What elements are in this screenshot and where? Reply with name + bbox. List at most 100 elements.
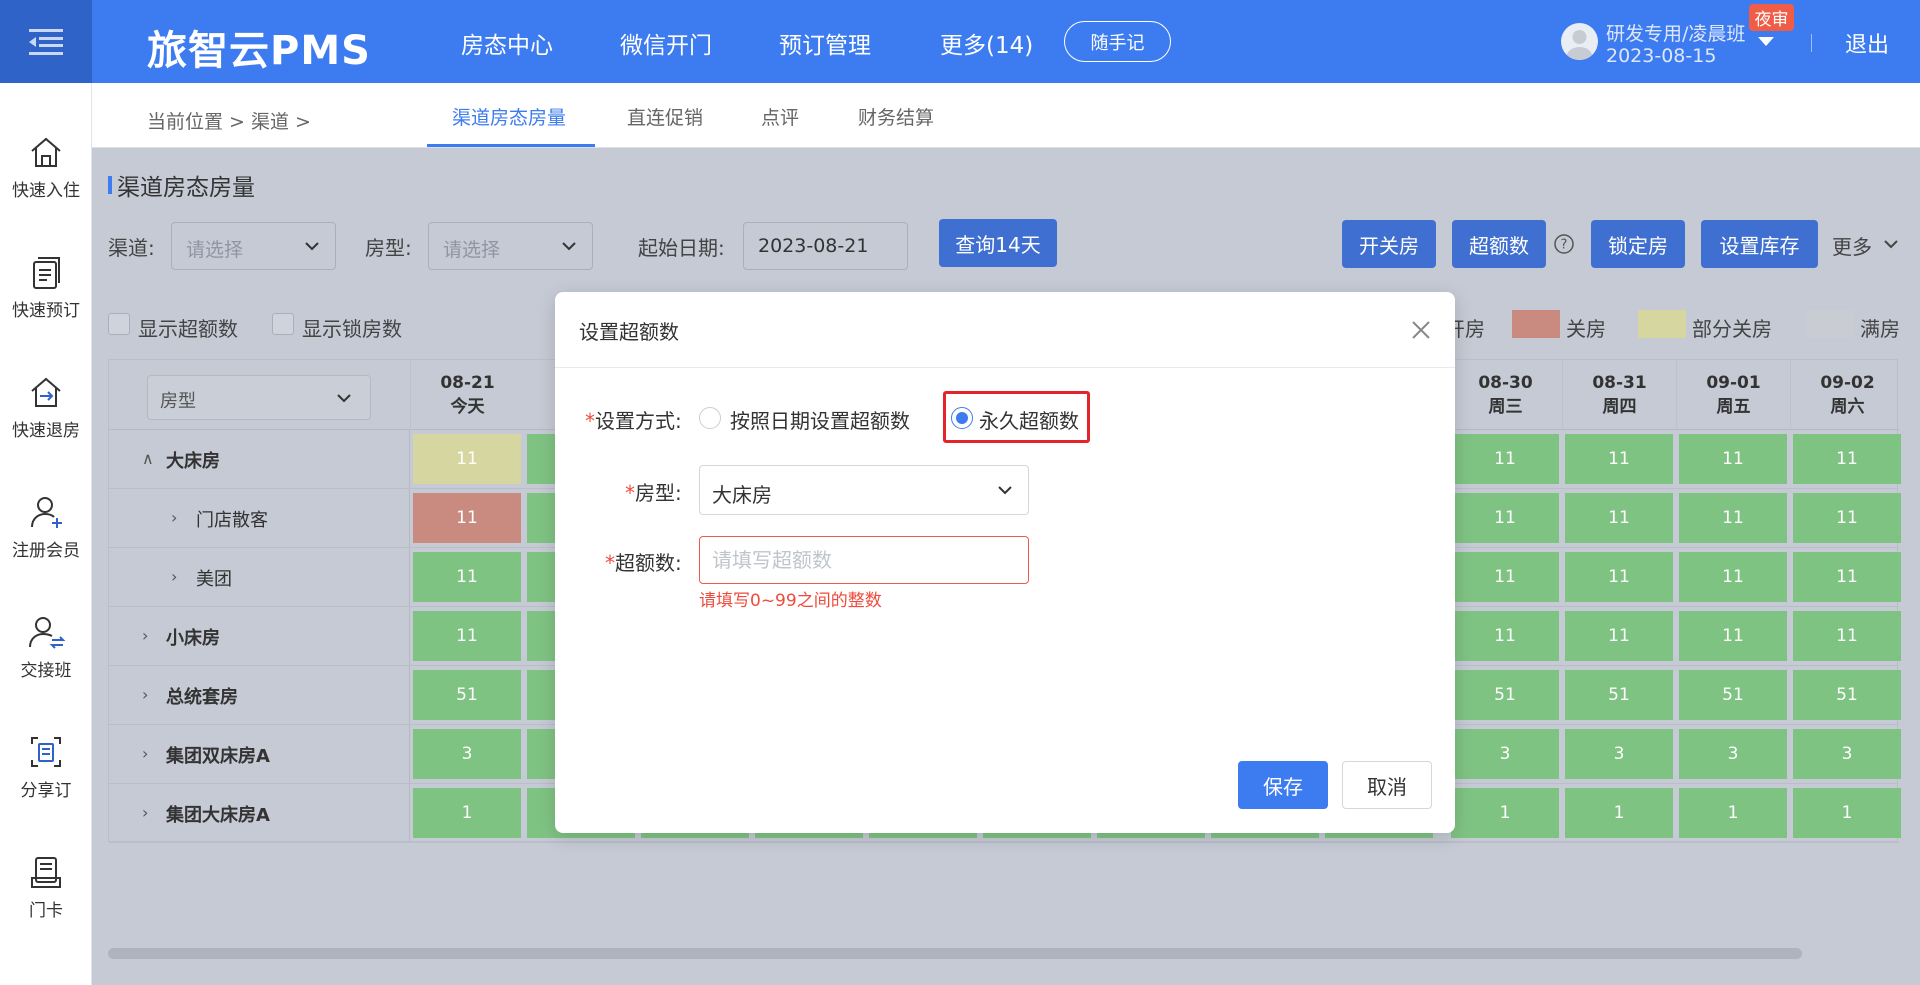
column-weekday: 周三 — [1488, 397, 1523, 417]
more-actions-dropdown[interactable]: 更多 — [1832, 231, 1872, 260]
inventory-cell[interactable]: 11 — [1793, 493, 1901, 543]
room-row-label[interactable]: › 总统套房 — [109, 666, 409, 725]
roomtype-select[interactable]: 大床房 — [699, 465, 1029, 515]
inventory-cell[interactable]: 51 — [1565, 670, 1673, 720]
inventory-cell[interactable]: 11 — [413, 434, 521, 484]
inventory-cell[interactable]: 11 — [1565, 611, 1673, 661]
room-row-label[interactable]: › 集团双床房A — [109, 725, 409, 784]
cancel-button[interactable]: 取消 — [1342, 761, 1432, 809]
quick-action-sidebar: 快速入住 快速预订 快速退房 注册会员 交接班 分享订 门卡 — [0, 83, 92, 985]
inventory-cell[interactable]: 51 — [1679, 670, 1787, 720]
user-menu-caret-icon[interactable] — [1758, 37, 1774, 46]
query-14-days-button[interactable]: 查询14天 — [939, 219, 1057, 267]
permanent-option-label[interactable]: 永久超额数 — [979, 405, 1079, 434]
inventory-cell[interactable]: 11 — [1793, 434, 1901, 484]
sidebar-item-register-member[interactable]: 注册会员 — [0, 490, 92, 590]
room-row-label[interactable]: ∧ 大床房 — [109, 430, 409, 489]
help-icon[interactable]: ? — [1553, 233, 1575, 255]
memo-button[interactable]: 随手记 — [1064, 21, 1171, 62]
inventory-cell[interactable]: 3 — [1565, 729, 1673, 779]
room-row-label[interactable]: › 美团 — [109, 548, 409, 607]
inventory-cell[interactable]: 51 — [413, 670, 521, 720]
inventory-cell[interactable]: 51 — [1793, 670, 1901, 720]
expand-arrow-icon[interactable]: › — [142, 685, 148, 704]
inventory-cell[interactable]: 3 — [413, 729, 521, 779]
sidebar-item-quick-checkin[interactable]: 快速入住 — [0, 130, 92, 230]
overbook-button[interactable]: 超额数 — [1452, 220, 1546, 268]
expand-arrow-icon[interactable]: › — [142, 744, 148, 763]
chevron-down-icon[interactable] — [1882, 235, 1900, 253]
nav-more[interactable]: 更多(14) — [940, 26, 1033, 60]
close-icon[interactable] — [1409, 318, 1433, 342]
inventory-cell[interactable]: 11 — [413, 552, 521, 602]
sidebar-item-door-card[interactable]: 门卡 — [0, 850, 92, 950]
inventory-cell[interactable]: 11 — [1451, 493, 1559, 543]
logout-button[interactable]: 退出 — [1845, 27, 1889, 59]
nav-wechat-door[interactable]: 微信开门 — [620, 26, 712, 60]
column-date: 09-01 — [1706, 373, 1761, 393]
inventory-cell[interactable]: 11 — [413, 611, 521, 661]
inventory-cell[interactable]: 3 — [1679, 729, 1787, 779]
horizontal-scrollbar[interactable] — [108, 948, 1802, 959]
inventory-cell[interactable]: 1 — [1793, 788, 1901, 838]
inventory-cell[interactable]: 11 — [1679, 493, 1787, 543]
lock-room-button[interactable]: 锁定房 — [1591, 220, 1685, 268]
nav-room-status-center[interactable]: 房态中心 — [461, 26, 553, 60]
expand-arrow-icon[interactable]: › — [142, 803, 148, 822]
tab-direct-promotion[interactable]: 直连促销 — [627, 103, 703, 130]
sidebar-item-shift-handover[interactable]: 交接班 — [0, 610, 92, 710]
inventory-cell[interactable]: 3 — [1451, 729, 1559, 779]
inventory-cell[interactable]: 11 — [1679, 552, 1787, 602]
inventory-cell[interactable]: 11 — [1565, 434, 1673, 484]
sub-header: 当前位置 > 渠道 > 渠道房态房量 直连促销 点评 财务结算 — [92, 83, 1920, 148]
grid-roomtype-select[interactable]: 房型 — [147, 375, 371, 420]
inventory-cell[interactable]: 11 — [1679, 434, 1787, 484]
expand-arrow-icon[interactable]: › — [171, 508, 177, 527]
inventory-cell[interactable]: 11 — [1451, 552, 1559, 602]
inventory-cell[interactable]: 11 — [1679, 611, 1787, 661]
column-date: 08-30 — [1478, 373, 1533, 393]
inventory-cell[interactable]: 51 — [1451, 670, 1559, 720]
sidebar-item-quick-booking[interactable]: 快速预订 — [0, 250, 92, 350]
channel-select[interactable]: 请选择 — [171, 222, 336, 270]
user-shift-name[interactable]: 研发专用/凌晨班 — [1606, 19, 1745, 46]
roomtype-filter-select[interactable]: 请选择 — [428, 222, 593, 270]
tab-reviews[interactable]: 点评 — [761, 103, 799, 130]
room-row-label[interactable]: › 小床房 — [109, 607, 409, 666]
menu-toggle-button[interactable] — [0, 0, 92, 83]
expand-arrow-icon[interactable]: › — [142, 626, 148, 645]
save-button[interactable]: 保存 — [1238, 761, 1328, 809]
inventory-cell[interactable]: 11 — [1565, 493, 1673, 543]
by-date-radio[interactable] — [699, 407, 721, 429]
inventory-cell[interactable]: 11 — [1793, 611, 1901, 661]
inventory-cell[interactable]: 11 — [1565, 552, 1673, 602]
inventory-cell[interactable]: 11 — [413, 493, 521, 543]
user-avatar[interactable] — [1561, 23, 1598, 60]
expand-arrow-icon[interactable]: › — [171, 567, 177, 586]
overbook-input[interactable] — [699, 536, 1029, 584]
tab-channel-room-status[interactable]: 渠道房态房量 — [452, 103, 566, 130]
show-overbook-checkbox[interactable] — [108, 313, 130, 335]
sidebar-item-quick-checkout[interactable]: 快速退房 — [0, 370, 92, 470]
by-date-option-label[interactable]: 按照日期设置超额数 — [730, 405, 910, 434]
room-row-label[interactable]: › 集团大床房A — [109, 784, 409, 843]
inventory-cell[interactable]: 11 — [1451, 434, 1559, 484]
inventory-cell[interactable]: 11 — [1793, 552, 1901, 602]
inventory-cell[interactable]: 1 — [1565, 788, 1673, 838]
nav-booking-management[interactable]: 预订管理 — [779, 26, 871, 60]
start-date-input[interactable]: 2023-08-21 — [743, 222, 908, 270]
open-close-room-button[interactable]: 开关房 — [1342, 220, 1436, 268]
room-row-label[interactable]: › 门店散客 — [109, 489, 409, 548]
inventory-cell[interactable]: 1 — [1451, 788, 1559, 838]
inventory-cell[interactable]: 3 — [1793, 729, 1901, 779]
inventory-cell[interactable]: 1 — [1679, 788, 1787, 838]
set-inventory-button[interactable]: 设置库存 — [1701, 220, 1818, 268]
inventory-cell[interactable]: 11 — [1451, 611, 1559, 661]
show-locked-checkbox[interactable] — [272, 313, 294, 335]
collapse-arrow-icon[interactable]: ∧ — [142, 449, 154, 468]
tab-financial-settlement[interactable]: 财务结算 — [858, 103, 934, 130]
grid-roomtype-header: 房型 — [160, 391, 196, 412]
sidebar-item-share-booking[interactable]: 分享订 — [0, 730, 92, 830]
permanent-radio[interactable] — [951, 407, 973, 429]
inventory-cell[interactable]: 1 — [413, 788, 521, 838]
